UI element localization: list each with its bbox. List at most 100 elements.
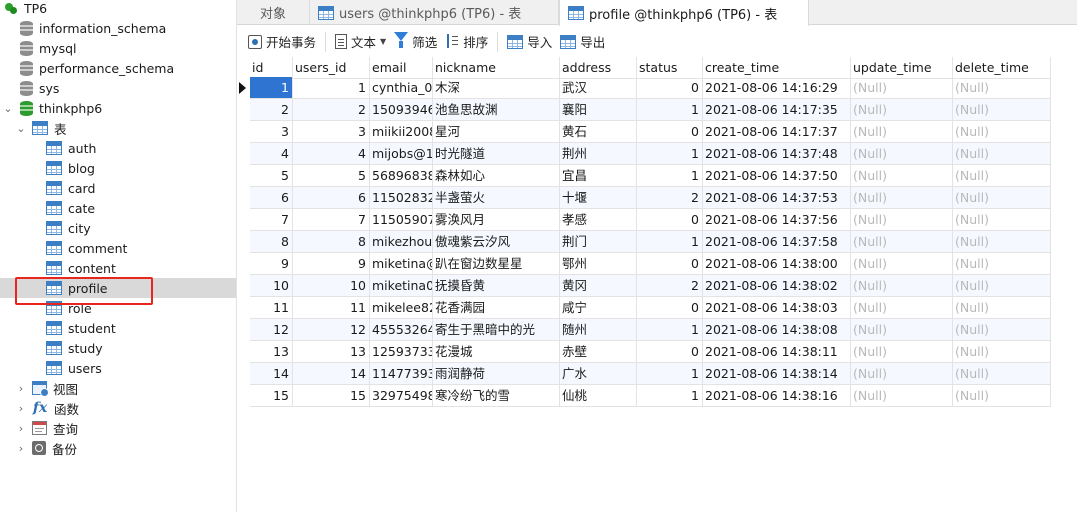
sidebar-item-city[interactable]: city [0, 218, 236, 238]
cell-delete-time[interactable]: (Null) [953, 363, 1051, 385]
column-header-status[interactable]: status [637, 57, 703, 79]
tree-db-mysql[interactable]: mysql [0, 38, 236, 58]
cell-create-time[interactable]: 2021-08-06 14:38:16 [703, 385, 851, 407]
cell-create-time[interactable]: 2021-08-06 14:37:53 [703, 187, 851, 209]
cell-nickname[interactable]: 星河 [433, 121, 560, 143]
cell-address[interactable]: 襄阳 [560, 99, 637, 121]
cell-users-id[interactable]: 1 [293, 77, 370, 99]
cell-users-id[interactable]: 11 [293, 297, 370, 319]
cell-delete-time[interactable]: (Null) [953, 165, 1051, 187]
tree-group-queries[interactable]: › 查询 [0, 418, 236, 438]
column-header-address[interactable]: address [560, 57, 637, 79]
cell-address[interactable]: 随州 [560, 319, 637, 341]
filter-button[interactable]: 筛选 [390, 30, 441, 54]
cell-users-id[interactable]: 9 [293, 253, 370, 275]
cell-address[interactable]: 荆门 [560, 231, 637, 253]
column-header-email[interactable]: email [370, 57, 433, 79]
table-row[interactable]: 5556896838‹森林如心宜昌12021-08-06 14:37:50(Nu… [237, 165, 1051, 187]
cell-users-id[interactable]: 15 [293, 385, 370, 407]
cell-address[interactable]: 赤壁 [560, 341, 637, 363]
cell-nickname[interactable]: 木深 [433, 77, 560, 99]
cell-id[interactable]: 2 [250, 99, 293, 121]
cell-create-time[interactable]: 2021-08-06 14:16:29 [703, 77, 851, 99]
cell-update-time[interactable]: (Null) [851, 165, 953, 187]
cell-update-time[interactable]: (Null) [851, 143, 953, 165]
table-row[interactable]: 4 4 mijobs@1 时光隧道 荆州 1 2021-08-06 14:37:48 (Nul… [237, 143, 1051, 165]
cell-update-time[interactable]: (Null) [851, 121, 953, 143]
sidebar-item-study[interactable]: study [0, 338, 236, 358]
cell-status[interactable]: 2 [637, 275, 703, 297]
cell-id[interactable]: 8 [250, 231, 293, 253]
cell-users-id[interactable]: 4 [293, 143, 370, 165]
cell-delete-time[interactable]: (Null) [953, 209, 1051, 231]
chevron-down-icon[interactable]: ⌄ [16, 118, 26, 138]
sidebar-item-profile[interactable]: profile [0, 278, 236, 298]
tree-db-performance-schema[interactable]: performance_schema [0, 58, 236, 78]
cell-id[interactable]: 6 [250, 187, 293, 209]
cell-create-time[interactable]: 2021-08-06 14:38:08 [703, 319, 851, 341]
cell-address[interactable]: 仙桃 [560, 385, 637, 407]
cell-nickname[interactable]: 雨润静荷 [433, 363, 560, 385]
cell-nickname[interactable]: 时光隧道 [433, 143, 560, 165]
cell-address[interactable]: 宜昌 [560, 165, 637, 187]
cell-nickname[interactable]: 傲魂紫云汐风 [433, 231, 560, 253]
column-header-id[interactable]: id [250, 57, 293, 79]
cell-status[interactable]: 1 [637, 143, 703, 165]
column-header-create-time[interactable]: create_time [703, 57, 851, 79]
cell-nickname[interactable]: 森林如心 [433, 165, 560, 187]
cell-id[interactable]: 13 [250, 341, 293, 363]
cell-address[interactable]: 广水 [560, 363, 637, 385]
cell-status[interactable]: 1 [637, 99, 703, 121]
cell-nickname[interactable]: 花漫城 [433, 341, 560, 363]
cell-delete-time[interactable]: (Null) [953, 187, 1051, 209]
cell-id[interactable]: 4 [250, 143, 293, 165]
sidebar-item-student[interactable]: student [0, 318, 236, 338]
cell-email[interactable]: cynthia_01 [370, 77, 433, 99]
cell-id[interactable]: 3 [250, 121, 293, 143]
cell-create-time[interactable]: 2021-08-06 14:38:14 [703, 363, 851, 385]
cell-update-time[interactable]: (Null) [851, 341, 953, 363]
cell-address[interactable]: 咸宁 [560, 297, 637, 319]
table-row[interactable]: 11cynthia_01木深武汉02021-08-06 14:16:29(Nul… [237, 77, 1051, 99]
text-view-button[interactable]: 文本 ▼ [331, 30, 390, 54]
sidebar-item-role[interactable]: role [0, 298, 236, 318]
chevron-right-icon[interactable]: › [16, 398, 26, 418]
cell-address[interactable]: 黄石 [560, 121, 637, 143]
cell-users-id[interactable]: 13 [293, 341, 370, 363]
cell-users-id[interactable]: 2 [293, 99, 370, 121]
cell-update-time[interactable]: (Null) [851, 231, 953, 253]
cell-delete-time[interactable]: (Null) [953, 319, 1051, 341]
cell-update-time[interactable]: (Null) [851, 275, 953, 297]
tree-group-views[interactable]: › 视图 [0, 378, 236, 398]
cell-email[interactable]: 56896838‹ [370, 165, 433, 187]
cell-users-id[interactable]: 3 [293, 121, 370, 143]
cell-delete-time[interactable]: (Null) [953, 121, 1051, 143]
tab-objects[interactable]: 对象 [237, 0, 310, 25]
cell-create-time[interactable]: 2021-08-06 14:17:35 [703, 99, 851, 121]
sidebar-item-content[interactable]: content [0, 258, 236, 278]
cell-create-time[interactable]: 2021-08-06 14:38:00 [703, 253, 851, 275]
cell-address[interactable]: 黄冈 [560, 275, 637, 297]
cell-id[interactable]: 9 [250, 253, 293, 275]
table-row[interactable]: 151532975498€寒冷纷飞的雪仙桃12021-08-06 14:38:1… [237, 385, 1051, 407]
table-row[interactable]: 7711505907:雾涣风月孝感02021-08-06 14:37:56(Nu… [237, 209, 1051, 231]
table-row[interactable]: 8 8 mikezhou 傲魂紫云汐风 荆门 1 2021-08-06 14:37:58 (N… [237, 231, 1051, 253]
cell-address[interactable]: 鄂州 [560, 253, 637, 275]
cell-address[interactable]: 荆州 [560, 143, 637, 165]
column-header-users-id[interactable]: users_id [293, 57, 370, 79]
cell-update-time[interactable]: (Null) [851, 187, 953, 209]
cell-users-id[interactable]: 14 [293, 363, 370, 385]
sidebar-item-blog[interactable]: blog [0, 158, 236, 178]
cell-users-id[interactable]: 5 [293, 165, 370, 187]
cell-update-time[interactable]: (Null) [851, 253, 953, 275]
cell-status[interactable]: 1 [637, 363, 703, 385]
sidebar-item-auth[interactable]: auth [0, 138, 236, 158]
cell-status[interactable]: 1 [637, 165, 703, 187]
cell-id[interactable]: 12 [250, 319, 293, 341]
cell-id[interactable]: 5 [250, 165, 293, 187]
cell-email[interactable]: 12593733( [370, 341, 433, 363]
chevron-right-icon[interactable]: › [16, 418, 26, 438]
cell-address[interactable]: 武汉 [560, 77, 637, 99]
cell-nickname[interactable]: 半盏萤火 [433, 187, 560, 209]
cell-id[interactable]: 10 [250, 275, 293, 297]
